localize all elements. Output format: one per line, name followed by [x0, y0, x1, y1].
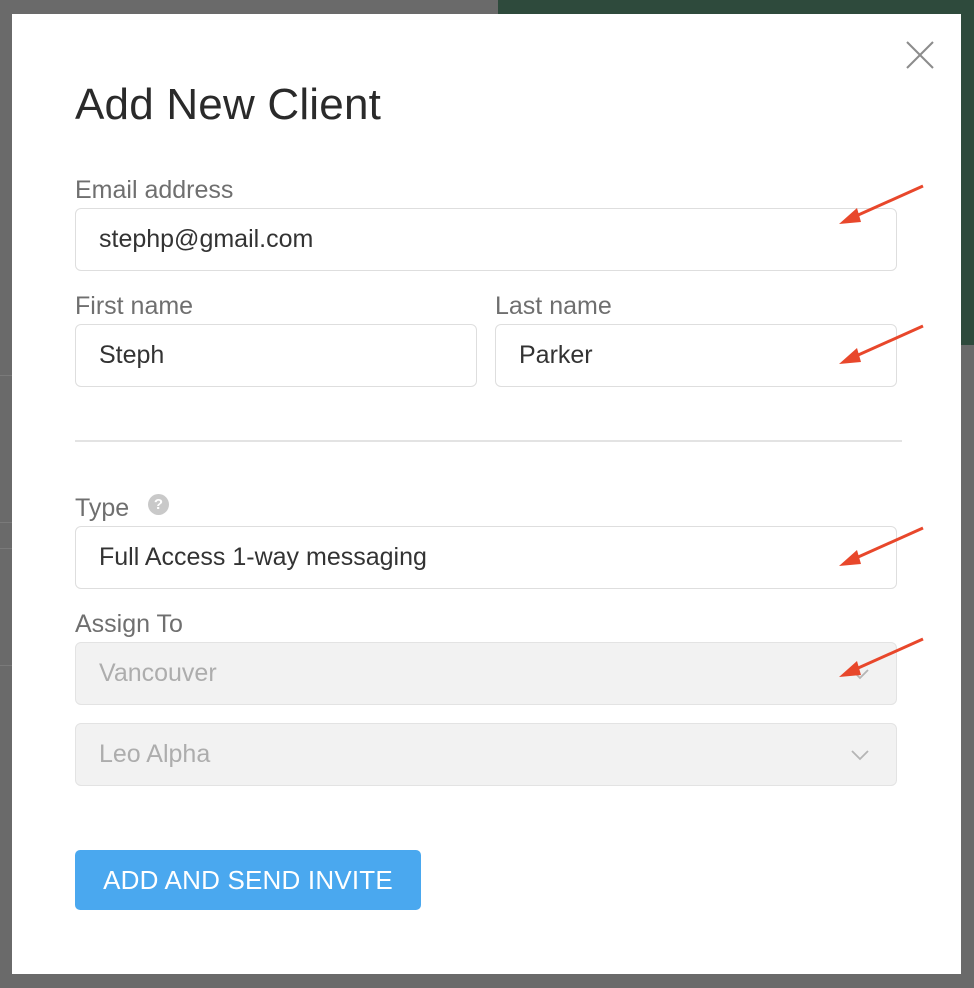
- annotation-arrow-icon: [839, 526, 924, 566]
- annotation-arrow-icon: [839, 324, 924, 364]
- first-name-value: Steph: [99, 341, 165, 369]
- close-button[interactable]: [905, 40, 935, 70]
- background-divider: [0, 665, 12, 666]
- first-name-label: First name: [75, 292, 194, 320]
- location-value: Vancouver: [99, 659, 217, 687]
- email-label: Email address: [75, 176, 234, 204]
- modal-title: Add New Client: [75, 80, 382, 129]
- type-label: Type: [75, 494, 130, 522]
- background-divider: [0, 522, 12, 523]
- location-select[interactable]: Vancouver: [75, 642, 897, 705]
- add-and-send-invite-button[interactable]: ADD AND SEND INVITE: [75, 850, 421, 910]
- last-name-value: Parker: [519, 341, 593, 369]
- section-divider: [75, 440, 902, 442]
- question-icon[interactable]: ?: [148, 494, 169, 515]
- close-icon[interactable]: [905, 40, 935, 70]
- chevron-down-icon: [851, 750, 869, 761]
- background-divider: [0, 375, 12, 376]
- first-name-field[interactable]: Steph: [75, 324, 477, 387]
- last-name-label: Last name: [495, 292, 612, 320]
- annotation-arrow-icon: [839, 637, 924, 677]
- assignee-value: Leo Alpha: [99, 740, 211, 768]
- annotation-arrow-icon: [839, 184, 924, 224]
- assignee-select[interactable]: Leo Alpha: [75, 723, 897, 786]
- email-field[interactable]: stephp@gmail.com: [75, 208, 897, 271]
- type-select[interactable]: Full Access 1-way messaging: [75, 526, 897, 589]
- background-divider: [0, 548, 12, 549]
- type-value: Full Access 1-way messaging: [99, 543, 427, 571]
- assign-to-label: Assign To: [75, 610, 183, 638]
- add-client-modal: Add New Client Email address stephp@gmai…: [12, 14, 961, 974]
- email-value: stephp@gmail.com: [99, 225, 314, 253]
